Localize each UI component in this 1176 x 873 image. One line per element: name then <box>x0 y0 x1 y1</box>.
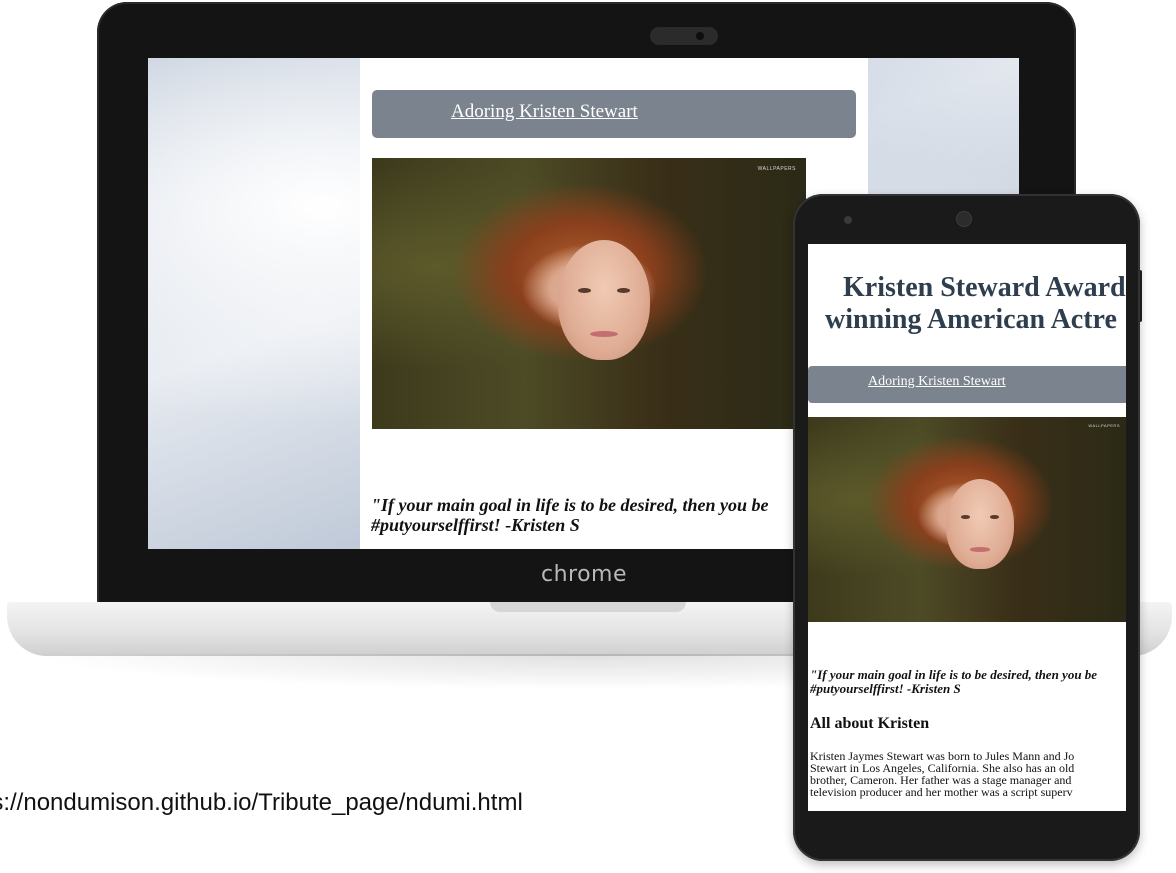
phone-page-title: Kristen Steward Award winning American A… <box>825 272 1126 336</box>
phone-screen: Kristen Steward Award winning American A… <box>808 244 1126 811</box>
phone-section-heading: All about Kristen <box>810 715 930 732</box>
laptop-hinge-notch <box>490 602 686 612</box>
phone-frame: Kristen Steward Award winning American A… <box>793 194 1140 861</box>
bio-line: television producer and her mother was a… <box>810 785 1073 799</box>
laptop-camera-icon <box>650 27 718 45</box>
laptop-quote-line1: "If your main goal in life is to be desi… <box>371 495 769 515</box>
phone-quote-line1: "If your main goal in life is to be desi… <box>810 667 1098 682</box>
phone-title-line2: winning American Actre <box>825 304 1117 335</box>
laptop-quote: "If your main goal in life is to be desi… <box>371 495 769 535</box>
page-url-caption: ps://nondumison.github.io/Tribute_page/n… <box>0 789 760 817</box>
laptop-brand-logo: chrome <box>541 562 628 587</box>
phone-portrait-image: WALLPAPERS <box>808 417 1126 622</box>
phone-camera-icon <box>844 216 852 224</box>
phone-nav-link-adoring-kristen[interactable]: Adoring Kristen Stewart <box>868 374 1006 390</box>
laptop-web-page: Adoring Kristen Stewart WALLPAPERS "If y… <box>360 58 868 549</box>
phone-quote: "If your main goal in life is to be desi… <box>810 668 1097 696</box>
image-watermark: WALLPAPERS <box>757 166 796 172</box>
portrait-face <box>946 479 1014 569</box>
laptop-nav-link-adoring-kristen[interactable]: Adoring Kristen Stewart <box>451 101 638 123</box>
phone-bio-paragraph: Kristen Jaymes Stewart was born to Jules… <box>810 750 1126 798</box>
phone-speaker-icon <box>956 211 972 227</box>
page-url-text: ps://nondumison.github.io/Tribute_page/n… <box>0 789 523 816</box>
portrait-face <box>558 240 650 360</box>
image-watermark: WALLPAPERS <box>1088 423 1120 428</box>
laptop-portrait-image: WALLPAPERS <box>372 158 806 429</box>
phone-quote-line2: #putyourselffirst! -Kristen S <box>810 681 961 696</box>
laptop-quote-line2: #putyourselffirst! -Kristen S <box>371 515 580 535</box>
phone-title-line1: Kristen Steward Award <box>843 272 1126 303</box>
phone-nav-bar: Adoring Kristen Stewart <box>808 366 1126 403</box>
laptop-nav-bar: Adoring Kristen Stewart <box>372 90 856 138</box>
